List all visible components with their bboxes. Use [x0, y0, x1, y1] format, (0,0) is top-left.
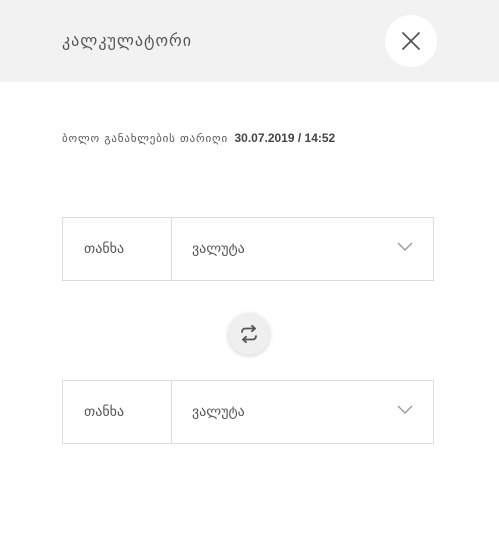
to-amount-input[interactable]: თანხა — [63, 381, 172, 443]
modal-title: კალკულატორი — [62, 31, 193, 50]
to-currency-label: ვალუტა — [192, 404, 245, 420]
chevron-down-icon — [397, 242, 413, 251]
last-update-info: ბოლო განახლების თარიღი 30.07.2019 / 14:5… — [62, 130, 335, 147]
modal-header: კალკულატორი — [0, 0, 499, 82]
from-currency-select[interactable]: ვალუტა — [172, 218, 433, 280]
close-icon — [402, 32, 420, 50]
from-conversion-row: თანხა ვალუტა — [62, 217, 434, 281]
to-conversion-row: თანხა ვალუტა — [62, 380, 434, 444]
to-currency-select[interactable]: ვალუტა — [172, 381, 433, 443]
swap-arrows-icon — [241, 325, 257, 343]
close-button[interactable] — [385, 15, 437, 67]
from-currency-label: ვალუტა — [192, 241, 245, 257]
swap-currencies-button[interactable] — [228, 313, 270, 355]
last-update-label: ბოლო განახლების თარიღი — [62, 132, 228, 145]
last-update-value: 30.07.2019 / 14:52 — [234, 131, 336, 145]
chevron-down-icon — [397, 405, 413, 414]
from-amount-input[interactable]: თანხა — [63, 218, 172, 280]
